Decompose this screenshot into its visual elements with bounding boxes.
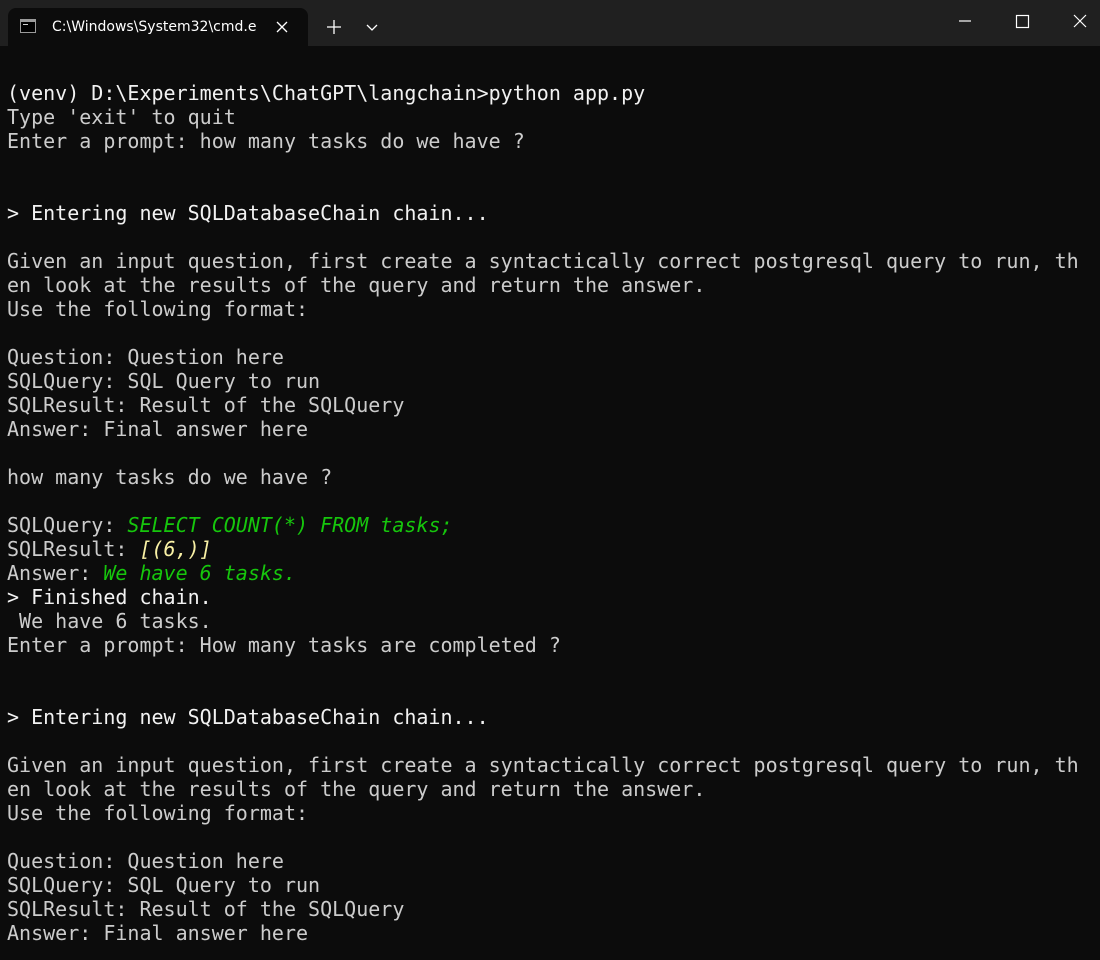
- maximize-icon: [1015, 14, 1030, 29]
- sql-result-value: [(6,)]: [139, 537, 212, 561]
- new-tab-button[interactable]: [316, 8, 352, 46]
- output-line: We have 6 tasks.: [7, 609, 212, 633]
- prompt-line: Enter a prompt: how many tasks do we hav…: [7, 129, 525, 153]
- prompt-line: Enter a prompt: How many tasks are compl…: [7, 633, 561, 657]
- tab-title: C:\Windows\System32\cmd.e: [52, 19, 257, 35]
- output-line: how many tasks do we have ?: [7, 465, 333, 489]
- output-line: Question: Question here: [7, 849, 284, 873]
- sql-query-value: SELECT COUNT(*) FROM tasks;: [127, 513, 453, 537]
- minimize-button[interactable]: [938, 0, 992, 42]
- output-line: SQLResult: Result of the SQLQuery: [7, 393, 405, 417]
- close-icon: [1073, 14, 1087, 28]
- minimize-icon: [959, 20, 971, 22]
- sql-query-label: SQLQuery:: [7, 513, 128, 537]
- sql-result-line: SQLResult: [(6,)]: [7, 537, 212, 561]
- output-line: en look at the results of the query and …: [7, 777, 706, 801]
- plus-icon: [327, 20, 341, 34]
- output-line: Given an input question, first create a …: [7, 753, 1079, 777]
- tab-close-button[interactable]: [272, 17, 292, 37]
- tab-dropdown-button[interactable]: [356, 8, 388, 46]
- close-button[interactable]: [1052, 0, 1100, 42]
- close-icon: [276, 21, 288, 33]
- maximize-button[interactable]: [995, 0, 1049, 42]
- output-line: SQLQuery: SQL Query to run: [7, 873, 321, 897]
- chain-start-line: > Entering new SQLDatabaseChain chain...: [7, 705, 489, 729]
- output-line: Question: Question here: [7, 345, 284, 369]
- output-line: Answer: Final answer here: [7, 417, 309, 441]
- output-line: SQLQuery: SQL Query to run: [7, 369, 321, 393]
- answer-label: Answer:: [7, 561, 104, 585]
- chevron-down-icon: [366, 24, 378, 31]
- sql-query-line: SQLQuery: SELECT COUNT(*) FROM tasks;: [7, 513, 453, 537]
- chain-finish-line: > Finished chain.: [7, 585, 212, 609]
- terminal-window: C:\Windows\System32\cmd.e (venv) D:\Expe…: [0, 0, 1100, 960]
- tab-cmd[interactable]: C:\Windows\System32\cmd.e: [8, 8, 308, 46]
- answer-value: We have 6 tasks.: [103, 561, 296, 585]
- output-line: en look at the results of the query and …: [7, 273, 706, 297]
- cmd-icon: [20, 19, 36, 33]
- terminal-output[interactable]: (venv) D:\Experiments\ChatGPT\langchain>…: [0, 46, 1100, 960]
- answer-line: Answer: We have 6 tasks.: [7, 561, 296, 585]
- chain-start-line: > Entering new SQLDatabaseChain chain...: [7, 201, 489, 225]
- output-line: Given an input question, first create a …: [7, 249, 1079, 273]
- output-line: Type 'exit' to quit: [7, 105, 236, 129]
- sql-result-label: SQLResult:: [7, 537, 140, 561]
- title-bar: C:\Windows\System32\cmd.e: [0, 0, 1100, 46]
- output-line: Use the following format:: [7, 801, 309, 825]
- command-line: (venv) D:\Experiments\ChatGPT\langchain>…: [7, 81, 646, 105]
- output-line: Answer: Final answer here: [7, 921, 309, 945]
- output-line: SQLResult: Result of the SQLQuery: [7, 897, 405, 921]
- output-line: Use the following format:: [7, 297, 309, 321]
